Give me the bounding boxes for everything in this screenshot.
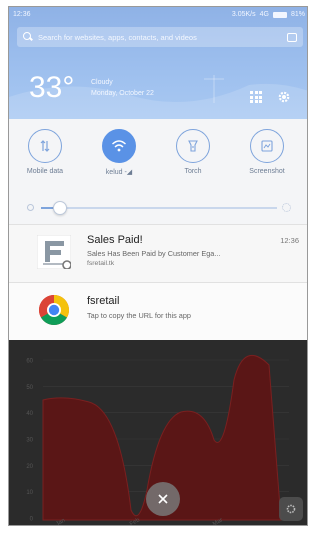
brightness-track bbox=[41, 207, 277, 209]
temperature: 33° bbox=[29, 71, 75, 104]
fsretail-app-icon bbox=[37, 235, 71, 269]
scan-icon[interactable] bbox=[287, 32, 297, 42]
grid-icon[interactable] bbox=[250, 91, 262, 103]
chrome-icon bbox=[38, 295, 69, 326]
brightness-slider[interactable] bbox=[27, 201, 291, 215]
chart-y-tick: 40 bbox=[26, 411, 33, 417]
brightness-fill bbox=[41, 207, 53, 209]
torch-icon bbox=[176, 129, 210, 163]
net-speed: 3.05K/s bbox=[231, 11, 256, 18]
search-placeholder: Search for websites, apps, contacts, and… bbox=[38, 32, 197, 42]
wifi-icon bbox=[102, 129, 136, 163]
notification-header: 12:36 3.05K/s 4G 81% Search for websites… bbox=[9, 7, 307, 119]
chart-y-tick: 10 bbox=[26, 490, 33, 496]
floating-action-button[interactable] bbox=[279, 497, 303, 521]
brightness-high-icon bbox=[282, 203, 291, 212]
status-time: 12:36 bbox=[13, 11, 31, 18]
search-bar[interactable]: Search for websites, apps, contacts, and… bbox=[17, 27, 303, 47]
notification-source: fsretail.tk bbox=[87, 260, 115, 267]
tile-wifi[interactable]: kelud -◢ bbox=[87, 129, 151, 176]
notification-sales-paid[interactable]: Sales Paid! 12:36 Sales Has Been Paid by… bbox=[9, 224, 307, 282]
notification-body: Sales Has Been Paid by Customer Ega... bbox=[87, 249, 221, 258]
notification-title: Sales Paid! bbox=[87, 234, 143, 246]
close-icon bbox=[158, 494, 168, 504]
notification-body: Tap to copy the URL for this app bbox=[87, 311, 191, 320]
brightness-low-icon bbox=[27, 204, 34, 211]
search-icon bbox=[23, 32, 33, 42]
notification-fsretail[interactable]: fsretail Tap to copy the URL for this ap… bbox=[9, 282, 307, 340]
tile-torch[interactable]: Torch bbox=[161, 129, 225, 175]
mobile-data-icon bbox=[28, 129, 62, 163]
tile-label: Screenshot bbox=[249, 168, 285, 175]
tile-label: Torch bbox=[184, 168, 202, 175]
close-button[interactable] bbox=[146, 482, 180, 516]
battery-level: 81% bbox=[290, 11, 305, 18]
notification-time: 12:36 bbox=[280, 236, 299, 245]
brightness-knob[interactable] bbox=[52, 201, 67, 215]
chart-y-tick: 60 bbox=[26, 359, 33, 365]
status-bar: 12:36 3.05K/s 4G 81% bbox=[9, 7, 307, 23]
notification-title: fsretail bbox=[87, 295, 120, 307]
tile-label: kelud -◢ bbox=[105, 169, 133, 176]
status-right: 3.05K/s 4G 81% bbox=[232, 11, 305, 18]
tile-mobile-data[interactable]: Mobile data bbox=[13, 129, 77, 175]
phone-screen: 12:36 3.05K/s 4G 81% Search for websites… bbox=[8, 6, 308, 526]
gear-icon[interactable] bbox=[277, 90, 291, 104]
weather-condition: Cloudy bbox=[91, 79, 113, 86]
screenshot-icon bbox=[250, 129, 284, 163]
settings-icon bbox=[286, 504, 296, 514]
quick-settings: Mobile data kelud -◢ Torch Screenshot bbox=[9, 119, 307, 224]
weather-date: Monday, October 22 bbox=[91, 90, 154, 97]
chart-y-tick: 50 bbox=[26, 385, 33, 391]
tile-label: Mobile data bbox=[26, 168, 64, 175]
network-type: 4G bbox=[259, 11, 269, 18]
chart-y-tick: 20 bbox=[26, 464, 33, 470]
chart-y-tick: 30 bbox=[26, 438, 33, 444]
weather-info: Cloudy Monday, October 22 bbox=[91, 77, 154, 99]
tile-screenshot[interactable]: Screenshot bbox=[235, 129, 299, 175]
battery-icon bbox=[272, 11, 287, 18]
